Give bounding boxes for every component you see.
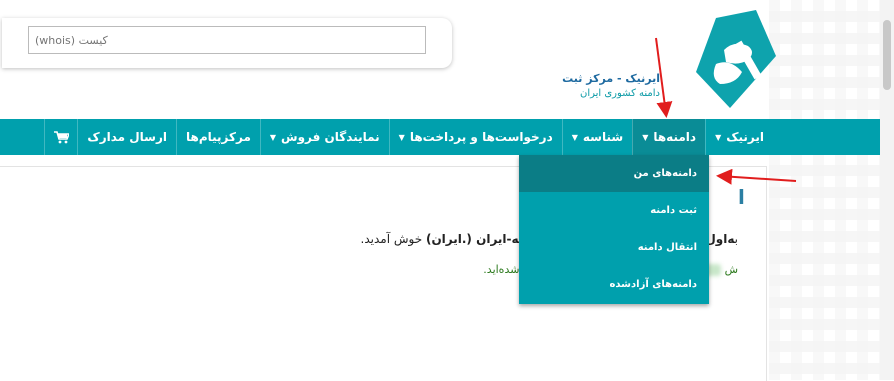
arrow-left-annotation [716,168,797,185]
annotation-arrows [655,37,797,185]
arrow-down-annotation [655,37,673,118]
